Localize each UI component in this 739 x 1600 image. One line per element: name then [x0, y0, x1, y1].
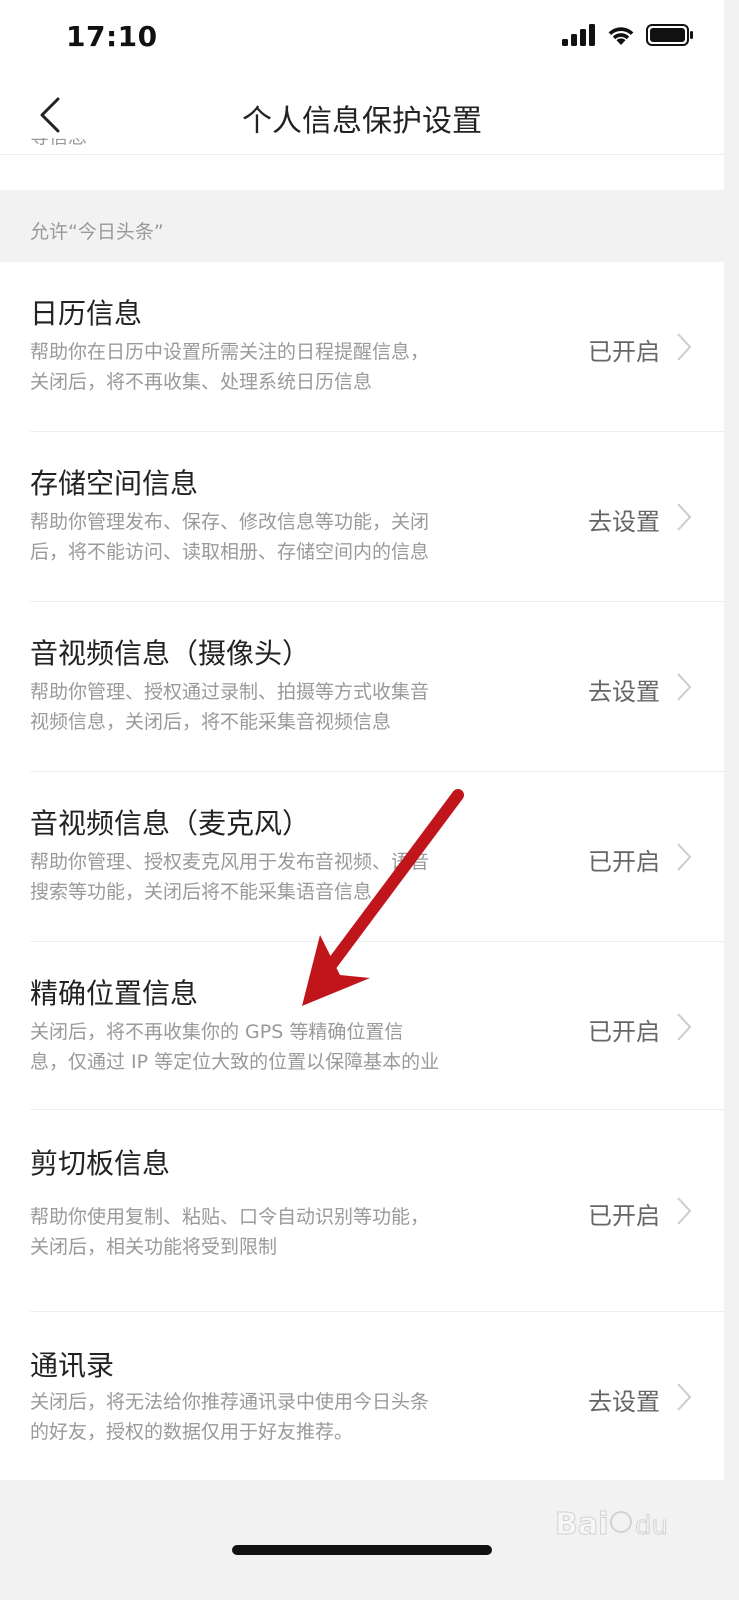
item-title: 存储空间信息	[30, 467, 199, 500]
chevron-right-icon	[677, 333, 692, 361]
item-description: 帮助你在日历中设置所需关注的日程提醒信息， 关闭后，将不再收集、处理系统日历信息	[30, 341, 430, 393]
item-status: 已开启	[588, 1202, 660, 1230]
chevron-right-icon	[677, 503, 692, 531]
item-description: 关闭后，将无法给你推荐通讯录中使用今日头条 的好友，授权的数据仅用于好友推荐。	[30, 1391, 430, 1443]
section-header-label: 允许“今日头条”	[30, 221, 164, 243]
list-item-clipboard[interactable]: 剪切板信息 帮助你使用复制、粘贴、口令自动识别等功能， 关闭后，相关功能将受到限…	[0, 1110, 724, 1312]
item-title: 剪切板信息	[30, 1147, 171, 1180]
item-description: 帮助你管理、授权通过录制、拍摄等方式收集音 视频信息，关闭后，将不能采集音视频信…	[30, 681, 430, 733]
status-time: 17:10	[66, 20, 158, 53]
baidu-watermark-logo: Bai du	[555, 1507, 668, 1543]
item-description: 帮助你管理、授权麦克风用于发布音视频、语音 搜索等功能，关闭后将不能采集语音信息	[30, 851, 430, 903]
chevron-right-icon	[677, 673, 692, 701]
item-title: 精确位置信息	[30, 977, 199, 1010]
svg-text:du: du	[635, 1511, 668, 1541]
item-title: 音视频信息（麦克风）	[30, 807, 311, 840]
item-description: 关闭后，将不再收集你的 GPS 等精确位置信 息，仅通过 IP 等定位大致的位置…	[30, 1021, 440, 1073]
list-item-calendar[interactable]: 日历信息 帮助你在日历中设置所需关注的日程提醒信息， 关闭后，将不再收集、处理系…	[0, 262, 724, 432]
status-icons	[562, 24, 694, 46]
item-status: 已开启	[588, 848, 660, 876]
item-status: 已开启	[588, 1018, 660, 1046]
cellular-signal-icon	[562, 24, 595, 46]
home-indicator[interactable]	[232, 1545, 492, 1555]
list-item-precise-location[interactable]: 精确位置信息 关闭后，将不再收集你的 GPS 等精确位置信 息，仅通过 IP 等…	[0, 942, 724, 1110]
item-status: 去设置	[588, 1388, 660, 1416]
item-description: 帮助你管理发布、保存、修改信息等功能，关闭 后，将不能访问、读取相册、存储空间内…	[30, 511, 430, 563]
item-title: 音视频信息（摄像头）	[30, 637, 311, 670]
chevron-right-icon	[677, 1383, 692, 1411]
item-title: 日历信息	[30, 297, 143, 330]
item-description: 帮助你使用复制、粘贴、口令自动识别等功能， 关闭后，相关功能将受到限制	[30, 1206, 430, 1258]
page-title: 个人信息保护设置	[242, 104, 482, 139]
list-item-storage[interactable]: 存储空间信息 帮助你管理发布、保存、修改信息等功能，关闭 后，将不能访问、读取相…	[0, 432, 724, 602]
list-item-microphone[interactable]: 音视频信息（麦克风） 帮助你管理、授权麦克风用于发布音视频、语音 搜索等功能，关…	[0, 772, 724, 942]
screen: 17:10 个人信息保护设置 允许“今日头条” 日历信息 帮助你在日历中设置所需…	[0, 0, 724, 1600]
item-title: 通讯录	[30, 1349, 115, 1382]
list-item-contacts[interactable]: 通讯录 关闭后，将无法给你推荐通讯录中使用今日头条 的好友，授权的数据仅用于好友…	[0, 1312, 724, 1480]
item-status: 去设置	[588, 678, 660, 706]
chevron-right-icon	[677, 1013, 692, 1041]
list-item-camera[interactable]: 音视频信息（摄像头） 帮助你管理、授权通过录制、拍摄等方式收集音 视频信息，关闭…	[0, 602, 724, 772]
battery-icon	[646, 24, 693, 46]
svg-text:Bai: Bai	[555, 1507, 608, 1542]
status-bar: 17:10	[0, 0, 724, 78]
chevron-right-icon	[677, 1197, 692, 1225]
section-header: 允许“今日头条”	[0, 190, 724, 262]
chevron-right-icon	[677, 843, 692, 871]
item-status: 已开启	[588, 338, 660, 366]
scrolled-text-remnant: 等信息	[30, 138, 230, 160]
item-status: 去设置	[588, 508, 660, 536]
wifi-icon	[608, 27, 634, 45]
